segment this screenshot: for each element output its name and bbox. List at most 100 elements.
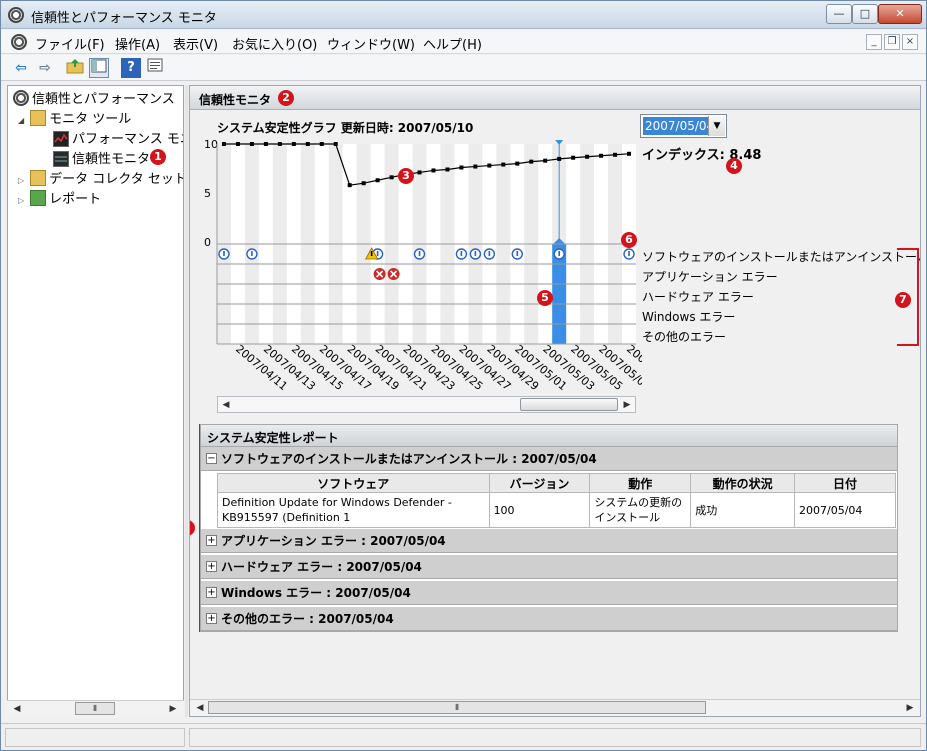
scroll-left-button[interactable]: ◀ — [9, 701, 25, 717]
column-header[interactable]: 動作の状況 — [690, 473, 796, 493]
menu-bar: ファイル(F) 操作(A) 表示(V) お気に入り(O) ウィンドウ(W) ヘル… — [1, 30, 926, 54]
forward-arrow-icon[interactable]: ⇨ — [35, 58, 55, 78]
report-section-hardware-errors[interactable]: + ハードウェア エラー : 2007/05/04 — [201, 555, 897, 579]
tree-horizontal-scrollbar[interactable]: ◀ ⦀ ▶ — [7, 700, 184, 717]
window-title: 信頼性とパフォーマンス モニタ — [31, 11, 217, 26]
stability-index-value: インデックス: 8.48 — [642, 148, 762, 163]
mmc-icon[interactable] — [11, 34, 27, 50]
performance-chart-icon — [53, 131, 69, 147]
status-cell — [5, 728, 185, 747]
report-section-windows-errors[interactable]: + Windows エラー : 2007/05/04 — [201, 581, 897, 605]
callout-badge-1: 1 — [150, 149, 166, 165]
tree-item-data-collector-sets[interactable]: ▷ データ コレクタ セット — [18, 168, 183, 187]
menu-favorites[interactable]: お気に入り(O) — [232, 34, 317, 53]
info-event-icon-mark — [251, 251, 253, 256]
menu-view[interactable]: 表示(V) — [173, 34, 218, 53]
menu-window[interactable]: ウィンドウ(W) — [327, 34, 415, 53]
column-header[interactable]: ソフトウェア — [217, 473, 490, 493]
maximize-button[interactable]: □ — [852, 4, 878, 24]
mdi-restore-button[interactable]: ❐ — [884, 34, 900, 50]
data-collector-icon — [30, 170, 47, 186]
info-event-icon-mark — [628, 251, 630, 256]
minimize-button[interactable]: — — [826, 4, 852, 24]
tree-item-label: 信頼性モニタ — [72, 152, 151, 167]
pane-title: 信頼性モニタ — [199, 93, 272, 107]
scroll-left-button[interactable]: ◀ — [192, 700, 208, 716]
report-section-other-errors[interactable]: + その他のエラー : 2007/05/04 — [201, 607, 897, 631]
expand-icon[interactable]: + — [206, 587, 217, 598]
report-section-software[interactable]: − ソフトウェアのインストールまたはアンインストール : 2007/05/04 — [201, 447, 897, 471]
show-hide-tree-icon[interactable] — [89, 58, 109, 78]
cell-version: 100 — [488, 492, 591, 528]
category-label: ハードウェア エラー — [642, 290, 754, 304]
tree-item-reliability-monitor[interactable]: 信頼性モニタ — [53, 148, 150, 167]
stability-point — [361, 181, 366, 186]
stability-point — [557, 156, 562, 161]
close-button[interactable]: ✕ — [878, 4, 922, 24]
gauge-icon — [13, 90, 29, 106]
date-select-value: 2007/05/04 — [643, 117, 715, 135]
properties-icon[interactable] — [145, 58, 165, 78]
expander-icon[interactable]: ▷ — [18, 196, 24, 205]
chevron-down-icon[interactable]: ▼ — [708, 116, 725, 136]
section-label: ソフトウェアのインストールまたはアンインストール : 2007/05/04 — [221, 452, 597, 466]
back-arrow-icon[interactable]: ⇦ — [11, 58, 31, 78]
column-header[interactable]: バージョン — [488, 473, 591, 493]
info-event-icon-mark — [418, 251, 421, 256]
column-header[interactable]: 日付 — [794, 473, 896, 493]
tree-item-performance-monitor[interactable]: パフォーマンス モニ — [53, 128, 184, 147]
tree-root[interactable]: 信頼性とパフォーマンス — [13, 88, 175, 107]
section-label: その他のエラー : 2007/05/04 — [221, 612, 394, 626]
up-folder-icon[interactable] — [65, 58, 85, 78]
category-label: ソフトウェアのインストールまたはアンインストール — [642, 250, 921, 264]
expander-icon[interactable]: ◢ — [18, 116, 24, 125]
scroll-right-button[interactable]: ▶ — [165, 701, 181, 717]
graph-horizontal-scrollbar[interactable]: ◀ ▶ — [217, 396, 636, 413]
stability-point — [445, 167, 450, 172]
tree-item-monitor-tools[interactable]: ◢ モニタ ツール — [18, 108, 131, 127]
folder-icon — [30, 110, 47, 126]
callout-badge-5: 5 — [537, 290, 553, 306]
status-cell — [189, 728, 921, 747]
tree-item-reports[interactable]: ▷ レポート — [18, 188, 101, 207]
column-header[interactable]: 動作 — [589, 473, 692, 493]
title-bar[interactable]: 信頼性とパフォーマンス モニタ — □ ✕ — [1, 1, 926, 29]
scroll-left-button[interactable]: ◀ — [218, 397, 234, 413]
mdi-minimize-button[interactable]: _ — [866, 34, 882, 50]
pane-horizontal-scrollbar[interactable]: ◀ ⦀ ▶ — [190, 699, 920, 716]
help-icon[interactable]: ? — [121, 58, 141, 78]
info-event-icon-mark — [376, 251, 379, 256]
category-label: その他のエラー — [642, 330, 727, 344]
report-section-application-errors[interactable]: + アプリケーション エラー : 2007/05/04 — [201, 529, 897, 553]
menu-action[interactable]: 操作(A) — [115, 34, 160, 53]
expander-icon[interactable]: ▷ — [18, 176, 24, 185]
status-bar — [1, 723, 926, 750]
menu-help[interactable]: ヘルプ(H) — [423, 34, 482, 53]
scroll-right-button[interactable]: ▶ — [619, 397, 635, 413]
stability-point — [221, 142, 226, 146]
pane-splitter[interactable] — [185, 85, 188, 717]
cell-status: 成功 — [690, 492, 796, 528]
expand-icon[interactable]: + — [206, 561, 217, 572]
tree-item-label: パフォーマンス モニ — [72, 132, 184, 147]
scroll-thumb[interactable] — [520, 398, 618, 411]
stability-point — [389, 175, 394, 180]
callout-badge-3: 3 — [398, 168, 414, 184]
reliability-chart-icon — [53, 151, 69, 167]
expand-icon[interactable]: + — [206, 535, 217, 546]
tree-root-label: 信頼性とパフォーマンス — [32, 92, 175, 107]
collapse-icon[interactable]: − — [206, 453, 217, 464]
expand-icon[interactable]: + — [206, 613, 217, 624]
app-window: 信頼性とパフォーマンス モニタ — □ ✕ ファイル(F) 操作(A) 表示(V… — [0, 0, 927, 751]
pane-header: 信頼性モニタ 2 — [190, 86, 920, 110]
scroll-thumb[interactable]: ⦀ — [75, 702, 115, 715]
table-row[interactable]: Definition Update for Windows Defender -… — [217, 492, 896, 528]
stability-chart[interactable]: 2007/04/112007/04/132007/04/152007/04/17… — [190, 134, 642, 396]
scroll-right-button[interactable]: ▶ — [902, 700, 918, 716]
date-select[interactable]: 2007/05/04 ▼ — [640, 114, 727, 138]
mdi-close-button[interactable]: × — [902, 34, 918, 50]
stability-point — [235, 142, 240, 146]
scroll-thumb[interactable]: ⦀ — [208, 701, 706, 714]
stability-point — [333, 142, 338, 146]
menu-file[interactable]: ファイル(F) — [35, 34, 105, 53]
